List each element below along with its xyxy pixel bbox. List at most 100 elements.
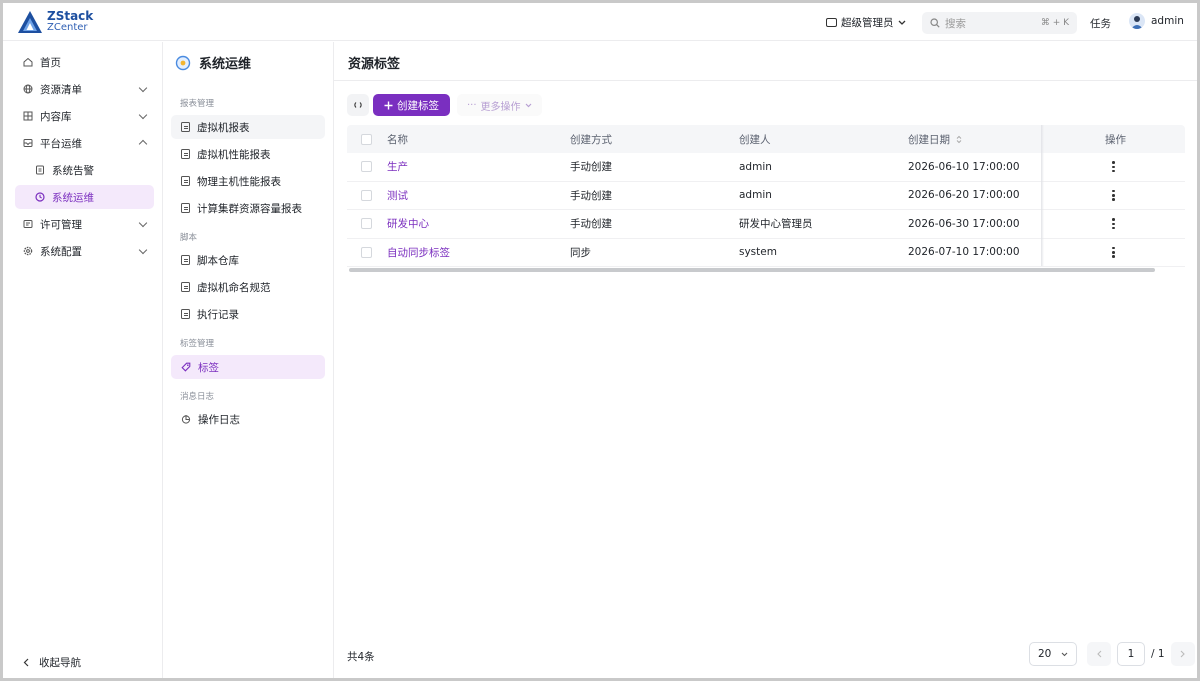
nav-item-home[interactable]: 首页 bbox=[15, 50, 154, 74]
collapse-label: 收起导航 bbox=[39, 657, 81, 669]
tag-name-link[interactable]: 测试 bbox=[387, 188, 408, 203]
tag-name-link[interactable]: 自动同步标签 bbox=[387, 245, 450, 260]
create-date: 2026-06-30 17:00:00 bbox=[908, 217, 1020, 230]
chevron-left-icon bbox=[1096, 650, 1101, 658]
subnav-item-operation-logs[interactable]: 操作日志 bbox=[171, 407, 325, 431]
row-checkbox[interactable] bbox=[361, 246, 372, 258]
chevron-down-icon bbox=[138, 218, 148, 228]
prev-page-button[interactable] bbox=[1087, 642, 1111, 666]
subnav-title: 系统运维 bbox=[175, 53, 251, 72]
nav-item-platform-ops[interactable]: 平台运维 bbox=[15, 131, 154, 155]
row-actions-icon[interactable] bbox=[1112, 161, 1115, 173]
nav-label: 平台运维 bbox=[40, 137, 82, 150]
zstack-logo-icon bbox=[18, 11, 42, 33]
search-input[interactable]: 搜索 ⌘ + K bbox=[922, 12, 1077, 34]
script-icon bbox=[181, 255, 190, 265]
subnav-item-host-perf-report[interactable]: 物理主机性能报表 bbox=[171, 169, 325, 193]
table-row[interactable]: 研发中心 手动创建 研发中心管理员 2026-06-30 17:00:00 bbox=[347, 210, 1185, 239]
chevron-right-icon bbox=[1180, 650, 1185, 658]
row-actions-icon[interactable] bbox=[1112, 189, 1115, 201]
nav-label: 系统运维 bbox=[52, 191, 94, 204]
create-method: 同步 bbox=[570, 246, 591, 259]
tasks-button[interactable]: 任务 bbox=[1090, 16, 1111, 31]
home-icon bbox=[23, 57, 33, 67]
username: admin bbox=[1151, 15, 1184, 27]
tag-name-link[interactable]: 研发中心 bbox=[387, 216, 429, 231]
sort-icon[interactable] bbox=[956, 135, 962, 144]
ellipsis-icon: ··· bbox=[467, 99, 477, 111]
row-checkbox[interactable] bbox=[361, 189, 372, 201]
create-method: 手动创建 bbox=[570, 218, 612, 231]
row-actions-icon[interactable] bbox=[1112, 218, 1115, 230]
search-shortcut: ⌘ + K bbox=[1040, 18, 1069, 28]
select-all-checkbox[interactable] bbox=[361, 133, 372, 145]
page-size-select[interactable]: 20 bbox=[1029, 642, 1077, 666]
nav-label: 首页 bbox=[40, 56, 61, 69]
nav-item-system-alerts[interactable]: 系统告警 bbox=[15, 158, 154, 182]
toolbar: 创建标签 ··· 更多操作 bbox=[347, 94, 542, 116]
subnav-item-cluster-capacity-report[interactable]: 计算集群资源容量报表 bbox=[171, 196, 325, 220]
subnav-item-vm-report[interactable]: 虚拟机报表 bbox=[171, 115, 325, 139]
row-checkbox[interactable] bbox=[361, 218, 372, 230]
subnav-item-script-repo[interactable]: 脚本仓库 bbox=[171, 248, 325, 272]
creator: admin bbox=[739, 160, 772, 173]
subnav-item-label: 虚拟机性能报表 bbox=[197, 148, 271, 161]
total-pages: / 1 bbox=[1151, 648, 1165, 660]
brand-logo[interactable]: ZStack ZCenter bbox=[17, 9, 93, 35]
brand-line2: ZCenter bbox=[47, 22, 88, 33]
nav-label: 许可管理 bbox=[40, 218, 82, 231]
col-name[interactable]: 名称 bbox=[387, 132, 408, 147]
col-method[interactable]: 创建方式 bbox=[570, 132, 612, 147]
create-tag-button[interactable]: 创建标签 bbox=[373, 94, 450, 116]
subnav-item-tags[interactable]: 标签 bbox=[171, 355, 325, 379]
log-icon bbox=[181, 415, 191, 424]
chevron-up-icon bbox=[138, 139, 148, 149]
plus-icon bbox=[384, 101, 393, 109]
nav-label: 资源清单 bbox=[40, 83, 82, 96]
col-date-label: 创建日期 bbox=[908, 133, 950, 146]
nav-item-system-ops[interactable]: 系统运维 bbox=[15, 185, 154, 209]
license-icon bbox=[23, 220, 33, 228]
more-actions-label: 更多操作 bbox=[480, 101, 521, 113]
role-switcher[interactable]: 超级管理员 bbox=[826, 15, 906, 30]
tag-name-link[interactable]: 生产 bbox=[387, 159, 408, 174]
clock-icon bbox=[35, 192, 45, 202]
more-actions-button[interactable]: ··· 更多操作 bbox=[457, 94, 542, 116]
table-header: 名称 创建方式 创建人 创建日期 操作 bbox=[347, 125, 1185, 153]
col-creator[interactable]: 创建人 bbox=[739, 132, 771, 147]
subnav-item-vm-perf-report[interactable]: 虚拟机性能报表 bbox=[171, 142, 325, 166]
nav-item-license[interactable]: 许可管理 bbox=[15, 212, 154, 236]
search-icon bbox=[930, 18, 940, 28]
subnav-item-label: 虚拟机报表 bbox=[197, 121, 250, 134]
subnav-item-label: 脚本仓库 bbox=[197, 254, 239, 267]
subnav-item-vm-naming[interactable]: 虚拟机命名规范 bbox=[171, 275, 325, 299]
create-date: 2026-07-10 17:00:00 bbox=[908, 246, 1020, 259]
table-row[interactable]: 生产 手动创建 admin 2026-06-10 17:00:00 bbox=[347, 153, 1185, 182]
role-label: 超级管理员 bbox=[841, 17, 894, 29]
table-row[interactable]: 测试 手动创建 admin 2026-06-20 17:00:00 bbox=[347, 182, 1185, 210]
chevron-down-icon bbox=[138, 110, 148, 120]
page-number-input[interactable]: 1 bbox=[1117, 642, 1145, 666]
collapse-nav-button[interactable]: 收起导航 bbox=[23, 655, 81, 670]
nav-item-library[interactable]: 内容库 bbox=[15, 104, 154, 128]
divider bbox=[334, 80, 1197, 81]
col-date[interactable]: 创建日期 bbox=[908, 132, 962, 147]
horizontal-scrollbar[interactable] bbox=[349, 268, 1155, 272]
pagination: 20 1 / 1 bbox=[1029, 642, 1195, 666]
row-actions-icon[interactable] bbox=[1112, 246, 1115, 258]
subnav-item-exec-records[interactable]: 执行记录 bbox=[171, 302, 325, 326]
nav-item-system-config[interactable]: 系统配置 bbox=[15, 239, 154, 263]
total-count: 共4条 bbox=[347, 651, 375, 663]
table-row[interactable]: 自动同步标签 同步 system 2026-07-10 17:00:00 bbox=[347, 239, 1185, 267]
user-menu[interactable]: admin bbox=[1129, 13, 1184, 29]
chevron-down-icon bbox=[525, 103, 531, 107]
next-page-button[interactable] bbox=[1170, 642, 1195, 666]
refresh-button[interactable] bbox=[347, 94, 369, 116]
script-icon bbox=[181, 309, 190, 319]
tag-icon bbox=[181, 362, 191, 372]
main-content: 资源标签 创建标签 ··· 更多操作 名称 创建方式 创建人 创建日期 操作 生… bbox=[334, 42, 1197, 678]
row-checkbox[interactable] bbox=[361, 161, 372, 173]
nav-item-resources[interactable]: 资源清单 bbox=[15, 77, 154, 101]
ops-icon bbox=[23, 139, 33, 147]
group-label-tags: 标签管理 bbox=[180, 339, 215, 349]
